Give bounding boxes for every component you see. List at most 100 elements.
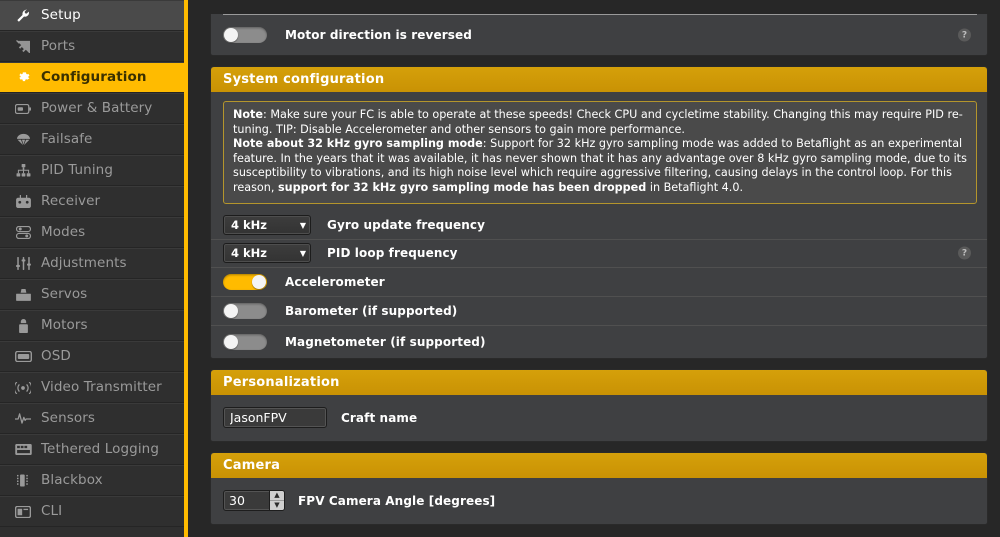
sidebar-item-label: Receiver xyxy=(41,192,101,209)
sidebar-item-configuration[interactable]: Configuration xyxy=(0,62,184,93)
sidebar-item-label: PID Tuning xyxy=(41,161,113,178)
sidebar-item-blackbox[interactable]: Blackbox xyxy=(0,465,184,496)
fpv-camera-angle-input[interactable] xyxy=(224,491,269,511)
magnetometer-label: Magnetometer (if supported) xyxy=(285,334,486,349)
select-value: 4 kHz xyxy=(231,246,267,261)
toggle-knob xyxy=(224,334,238,349)
sidebar-item-label: Modes xyxy=(41,223,86,240)
camera-panel: Camera ▲ ▼ FPV Camera Angle [degrees] xyxy=(210,451,988,525)
sidebar-item-modes[interactable]: Modes xyxy=(0,217,184,248)
magnetometer-toggle[interactable] xyxy=(223,333,267,350)
sidebar-item-cli[interactable]: CLI xyxy=(0,496,184,527)
system-configuration-panel: System configuration Note: Make sure you… xyxy=(210,66,988,359)
motor-direction-row: Motor direction is reversed ? xyxy=(211,15,987,55)
betaflight-configurator-window: Setup Ports Configuration Power & Batter… xyxy=(0,0,1000,537)
osd-icon xyxy=(12,349,34,365)
motor-icon xyxy=(12,318,34,334)
barometer-row: Barometer (if supported) xyxy=(211,297,987,326)
help-icon[interactable]: ? xyxy=(958,28,971,42)
craft-name-row: Craft name xyxy=(211,395,987,441)
sidebar-item-label: Failsafe xyxy=(41,130,93,147)
faders-icon xyxy=(12,256,34,272)
antenna-icon xyxy=(12,380,34,396)
servo-icon xyxy=(12,287,34,303)
craft-name-label: Craft name xyxy=(341,410,418,425)
sidebar-item-label: Sensors xyxy=(41,409,96,426)
pid-loop-frequency-row: 4 kHz ▼ PID loop frequency ? xyxy=(211,240,987,268)
sidebar-item-label: Servos xyxy=(41,285,88,302)
configuration-content: Motor direction is reversed ? System con… xyxy=(188,0,1000,537)
system-configuration-title: System configuration xyxy=(211,67,987,92)
sidebar-item-video-transmitter[interactable]: Video Transmitter xyxy=(0,372,184,403)
pid-loop-frequency-label: PID loop frequency xyxy=(327,246,458,261)
pid-loop-frequency-select[interactable]: 4 kHz ▼ xyxy=(223,243,311,264)
toggle-knob xyxy=(224,303,238,318)
sitemap-icon xyxy=(12,163,34,179)
sidebar-item-failsafe[interactable]: Failsafe xyxy=(0,124,184,155)
sidebar-item-label: Video Transmitter xyxy=(41,378,162,395)
waveform-icon xyxy=(12,411,34,427)
note-1-title: Note xyxy=(233,108,263,121)
sidebar-item-ports[interactable]: Ports xyxy=(0,31,184,62)
gear-icon xyxy=(12,70,34,86)
sidebar-item-osd[interactable]: OSD xyxy=(0,341,184,372)
accelerometer-row: Accelerometer xyxy=(211,268,987,297)
sidebar-item-setup[interactable]: Setup xyxy=(0,0,184,31)
sidebar-item-pid-tuning[interactable]: PID Tuning xyxy=(0,155,184,186)
blackbox-icon xyxy=(12,473,34,489)
fpv-camera-angle-row: ▲ ▼ FPV Camera Angle [degrees] xyxy=(211,478,987,524)
note-2-body-b: in Betaflight 4.0. xyxy=(646,180,744,194)
personalization-title: Personalization xyxy=(211,369,987,395)
select-value: 4 kHz xyxy=(231,218,267,233)
sidebar-item-sensors[interactable]: Sensors xyxy=(0,403,184,434)
plug-icon xyxy=(12,39,34,55)
sidebar-item-label: Configuration xyxy=(41,68,147,85)
logging-icon xyxy=(12,442,34,458)
sidebar-item-tethered-logging[interactable]: Tethered Logging xyxy=(0,434,184,465)
barometer-toggle[interactable] xyxy=(223,302,267,319)
note-2-bold-tail: support for 32 kHz gyro sampling mode ha… xyxy=(277,180,647,194)
sidebar-item-power-battery[interactable]: Power & Battery xyxy=(0,93,184,124)
sidebar-item-servos[interactable]: Servos xyxy=(0,279,184,310)
camera-title: Camera xyxy=(211,452,987,478)
stepper-down-button[interactable]: ▼ xyxy=(270,501,284,510)
sidebar-item-label: Power & Battery xyxy=(41,99,153,116)
magnetometer-row: Magnetometer (if supported) xyxy=(211,326,987,358)
sidebar-item-motors[interactable]: Motors xyxy=(0,310,184,341)
battery-icon xyxy=(12,101,34,117)
accelerometer-toggle[interactable] xyxy=(223,273,267,290)
sidebar-item-label: Motors xyxy=(41,316,88,333)
help-icon[interactable]: ? xyxy=(958,246,971,260)
sidebar-item-label: OSD xyxy=(41,347,71,364)
fpv-camera-angle-label: FPV Camera Angle [degrees] xyxy=(298,493,496,508)
transmitter-icon xyxy=(12,194,34,210)
gyro-update-frequency-row: 4 kHz ▼ Gyro update frequency xyxy=(211,212,987,240)
sidebar-nav: Setup Ports Configuration Power & Batter… xyxy=(0,0,188,537)
sidebar-item-receiver[interactable]: Receiver xyxy=(0,186,184,217)
sidebar-item-label: Tethered Logging xyxy=(41,440,159,457)
craft-name-input[interactable] xyxy=(223,407,327,429)
chevron-down-icon: ▼ xyxy=(299,220,306,230)
system-configuration-note: Note: Make sure your FC is able to opera… xyxy=(223,101,977,204)
stepper-buttons: ▲ ▼ xyxy=(269,491,284,511)
note-1-body: : Make sure your FC is able to operate a… xyxy=(233,108,963,136)
wrench-icon xyxy=(12,8,34,24)
fpv-camera-angle-stepper[interactable]: ▲ ▼ xyxy=(223,490,285,512)
sidebar-item-adjustments[interactable]: Adjustments xyxy=(0,248,184,279)
terminal-icon xyxy=(12,504,34,520)
gyro-update-frequency-select[interactable]: 4 kHz ▼ xyxy=(223,215,311,236)
accelerometer-label: Accelerometer xyxy=(285,274,385,289)
parachute-icon xyxy=(12,132,34,148)
personalization-panel: Personalization Craft name xyxy=(210,368,988,442)
sidebar-item-label: Blackbox xyxy=(41,471,103,488)
sidebar-item-label: Setup xyxy=(41,6,81,23)
motor-config-panel: Motor direction is reversed ? xyxy=(210,14,988,56)
chevron-down-icon: ▼ xyxy=(299,248,306,258)
stepper-up-button[interactable]: ▲ xyxy=(270,491,284,502)
note-2-title: Note about 32 kHz gyro sampling mode xyxy=(233,137,483,151)
motor-direction-toggle[interactable] xyxy=(223,27,267,43)
toggle-knob xyxy=(252,274,266,289)
sidebar-item-label: CLI xyxy=(41,502,63,519)
gyro-update-frequency-label: Gyro update frequency xyxy=(327,218,486,233)
toggle-knob xyxy=(224,28,238,42)
